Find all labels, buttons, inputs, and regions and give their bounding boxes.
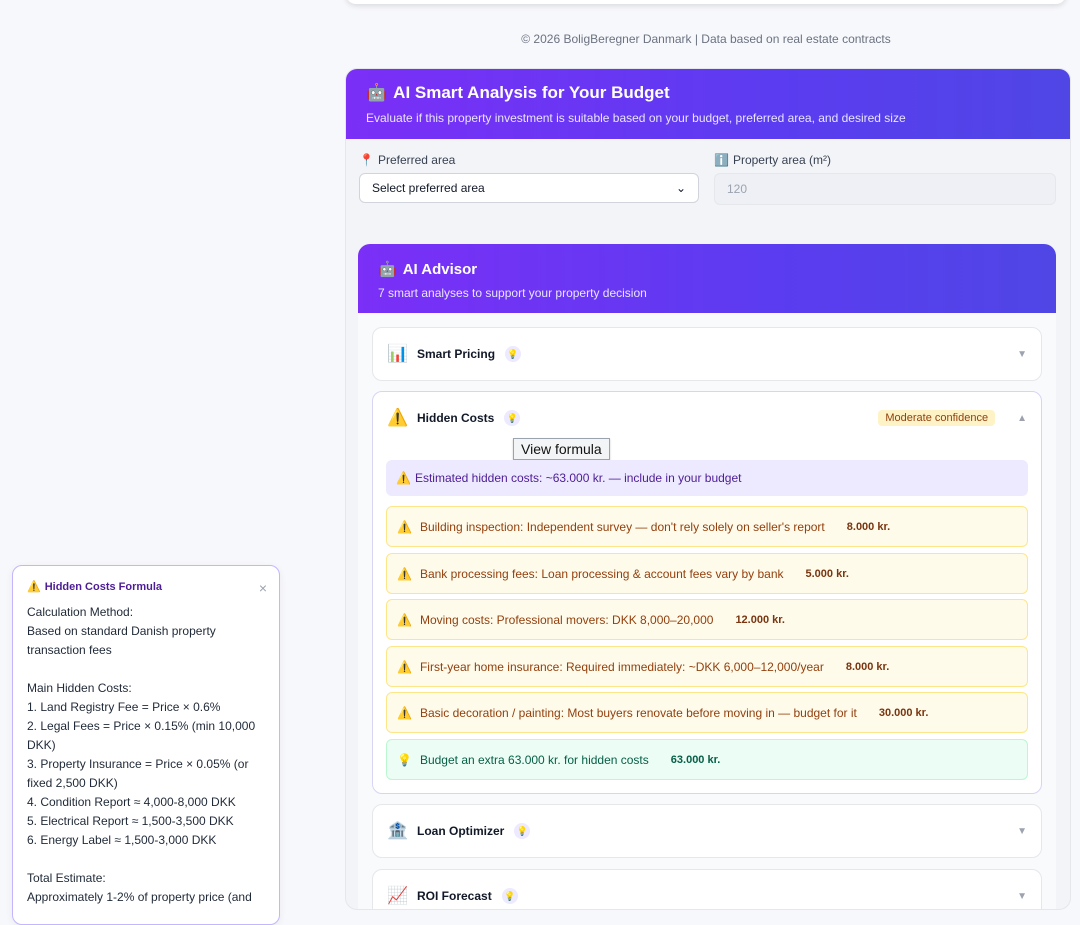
footer-copyright: © 2026 BoligBeregner Danmark | Data base… [521, 32, 891, 46]
lightbulb-icon[interactable]: 💡 [504, 410, 521, 426]
cost-item: ⚠️ Moving costs: Professional movers: DKK… [386, 599, 1028, 640]
lightbulb-icon[interactable]: 💡 [505, 346, 522, 362]
panel-title: AI Smart Analysis for Your Budget [393, 83, 670, 102]
formula-line: 2. Legal Fees = Price × 0.15% (min 10,00… [27, 719, 256, 733]
area-select[interactable]: Select preferred area ⌄ [359, 173, 699, 203]
section-title: Loan Optimizer [417, 824, 505, 838]
formula-line: 5. Electrical Report ≈ 1,500-3,500 DKK [27, 814, 234, 828]
bar-chart-icon: 📊 [387, 344, 409, 363]
lightbulb-icon: 💡 [397, 752, 412, 767]
formula-line: 1. Land Registry Fee = Price × 0.6% [27, 700, 221, 714]
size-label: Property area (m²) [732, 153, 831, 167]
chevron-up-icon[interactable]: ▲ [1017, 413, 1027, 424]
formula-line: 4. Condition Report ≈ 4,000-8,000 DKK [27, 795, 236, 809]
cost-item: ⚠️ First-year home insurance: Required im… [386, 646, 1028, 687]
area-label: Preferred area [377, 153, 456, 167]
formula-line: 3. Property Insurance = Price × 0.05% (o… [27, 757, 249, 771]
chevron-down-icon: ⌄ [675, 181, 686, 195]
formula-line: Calculation Method: [27, 605, 134, 619]
hidden-cost-summary: ⚠️ Estimated hidden costs: ~63.000 kr. — … [386, 460, 1028, 496]
lightbulb-icon[interactable]: 💡 [501, 888, 518, 904]
cost-item: ⚠️ Bank processing fees: Loan processing … [386, 553, 1028, 594]
warning-icon: ⚠️ [397, 705, 412, 720]
size-input[interactable]: 120 [714, 173, 1056, 205]
advisor-title: AI Advisor [402, 260, 478, 278]
cost-item: ⚠️ Building inspection: Independent surve… [386, 506, 1028, 547]
previous-card [346, 0, 1066, 4]
section-roi-forecast[interactable]: 📈 ROI Forecast 💡 ▼ [372, 869, 1042, 909]
advisor-subtitle: 7 smart analyses to support your propert… [378, 286, 647, 300]
confidence-badge: Moderate confidence [878, 410, 996, 426]
section-hidden-costs: ⚠️ Hidden Costs 💡 Moderate confidence ▲ … [372, 391, 1042, 794]
formula-line: Approximately 1-2% of property price (an… [27, 890, 252, 904]
formula-line: Main Hidden Costs: [27, 681, 132, 695]
close-icon[interactable]: × [259, 580, 267, 596]
robot-icon: 🤖 [378, 261, 397, 278]
view-formula-tooltip: View formula [513, 438, 610, 460]
panel-header: 🤖 AI Smart Analysis for Your Budget Evalu… [346, 69, 1070, 139]
chevron-down-icon[interactable]: ▼ [1017, 826, 1027, 837]
ai-analysis-panel: 🤖 AI Smart Analysis for Your Budget Evalu… [345, 68, 1071, 910]
section-loan-optimizer[interactable]: 🏦 Loan Optimizer 💡 ▼ [372, 804, 1042, 858]
section-title: Smart Pricing [417, 347, 496, 361]
info-icon: ℹ️ [714, 153, 729, 167]
warning-icon: ⚠️ [397, 612, 412, 627]
bank-icon: 🏦 [387, 821, 409, 840]
formula-title: Hidden Costs Formula [44, 580, 163, 593]
ai-advisor: 🤖 AI Advisor 7 smart analyses to support … [358, 244, 1056, 909]
cost-item: ⚠️ Basic decoration / painting: Most buye… [386, 692, 1028, 733]
pin-icon: 📍 [359, 153, 374, 167]
warning-icon: ⚠️ [397, 566, 412, 581]
formula-line: 6. Energy Label ≈ 1,500-3,000 DKK [27, 833, 217, 847]
formula-line: fixed 2,500 DKK) [27, 776, 118, 790]
section-title: Hidden Costs [417, 411, 495, 425]
chevron-down-icon[interactable]: ▼ [1017, 891, 1027, 902]
formula-line: Total Estimate: [27, 871, 106, 885]
robot-icon: 🤖 [366, 83, 388, 102]
lightbulb-icon[interactable]: 💡 [514, 823, 531, 839]
hidden-costs-formula-popup: ⚠️ Hidden Costs Formula × Calculation Met… [12, 565, 280, 925]
budget-tip: 💡 Budget an extra 63.000 kr. for hidden c… [386, 739, 1028, 780]
formula-line: Based on standard Danish property [27, 624, 216, 638]
warning-icon: ⚠️ [397, 659, 412, 674]
advisor-header: 🤖 AI Advisor 7 smart analyses to support … [358, 244, 1056, 313]
panel-subtitle: Evaluate if this property investment is … [366, 111, 906, 125]
chart-icon: 📈 [387, 886, 409, 905]
warning-icon: ⚠️ [27, 581, 41, 593]
section-title: ROI Forecast [417, 889, 492, 903]
warning-icon: ⚠️ [387, 408, 409, 427]
warning-icon: ⚠️ [397, 519, 412, 534]
chevron-down-icon[interactable]: ▼ [1017, 349, 1027, 360]
warning-icon: ⚠️ [396, 471, 411, 485]
section-smart-pricing[interactable]: 📊 Smart Pricing 💡 ▼ [372, 327, 1042, 381]
formula-line: transaction fees [27, 643, 112, 657]
formula-line: DKK) [27, 738, 56, 752]
